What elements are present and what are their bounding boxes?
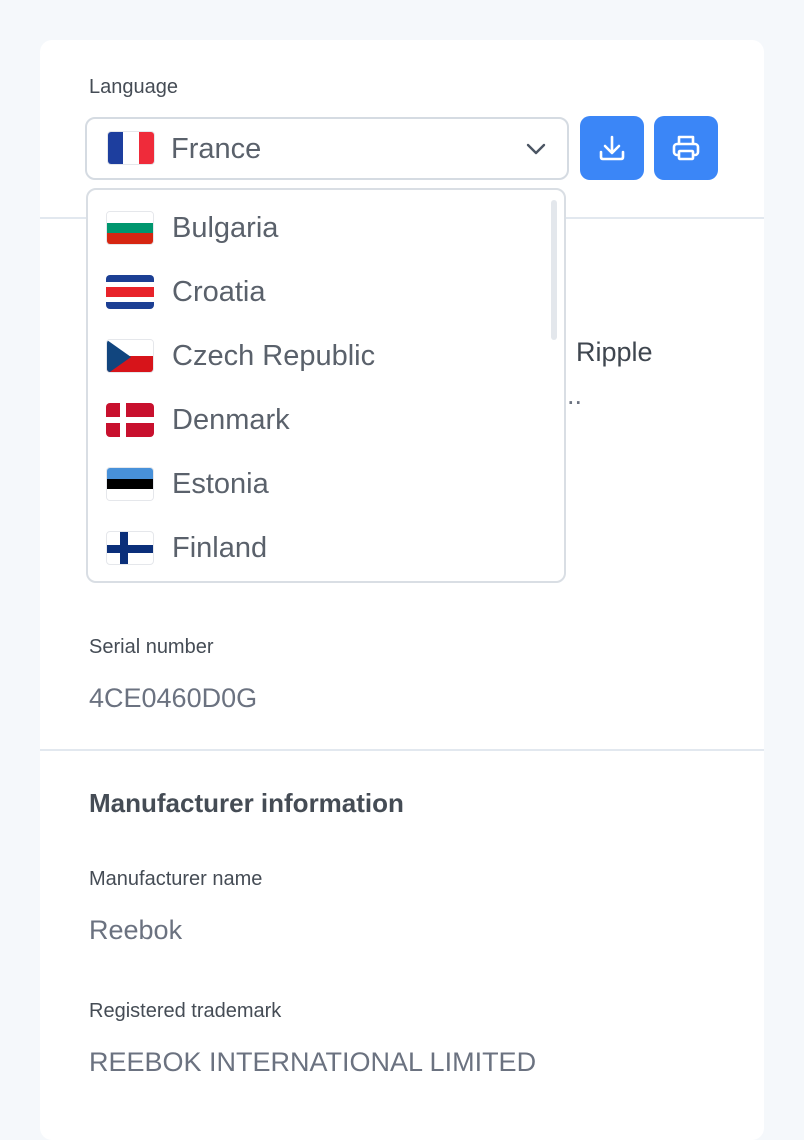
serial-number-value: 4CE0460D0G: [89, 683, 258, 713]
croatia-flag-icon: [106, 275, 154, 309]
manufacturer-name-label: Manufacturer name: [89, 868, 263, 890]
dropdown-scrollbar[interactable]: [551, 200, 557, 340]
download-icon: [599, 135, 625, 161]
denmark-flag-icon: [106, 403, 154, 437]
option-label: Czech Republic: [172, 340, 376, 372]
language-dropdown-list[interactable]: Bulgaria Croatia Czech Republic Denmark …: [86, 188, 566, 583]
language-option-estonia[interactable]: Estonia: [88, 446, 548, 510]
option-label: Bulgaria: [172, 212, 279, 244]
manufacturer-section-title: Manufacturer information: [89, 788, 404, 818]
option-label: Croatia: [172, 276, 266, 308]
chevron-down-icon: [526, 143, 546, 155]
language-option-denmark[interactable]: Denmark: [88, 382, 548, 446]
option-label: Estonia: [172, 468, 269, 500]
language-select-value: France: [171, 133, 262, 165]
hidden-field-ellipsis: ..: [567, 380, 583, 410]
option-label: Denmark: [172, 404, 290, 436]
language-option-finland[interactable]: Finland: [88, 510, 548, 574]
language-option-bulgaria[interactable]: Bulgaria: [88, 190, 548, 254]
print-button[interactable]: [654, 116, 718, 180]
section-divider: [40, 749, 764, 751]
trademark-label: Registered trademark: [89, 1000, 282, 1022]
language-select[interactable]: France: [85, 117, 569, 180]
download-button[interactable]: [580, 116, 644, 180]
language-option-czech-republic[interactable]: Czech Republic: [88, 318, 548, 382]
czech-republic-flag-icon: [106, 339, 154, 373]
hidden-field-value: Ripple: [576, 337, 653, 367]
language-option-croatia[interactable]: Croatia: [88, 254, 548, 318]
trademark-value: REEBOK INTERNATIONAL LIMITED: [89, 1047, 537, 1077]
finland-flag-icon: [106, 531, 154, 565]
language-label: Language: [89, 76, 178, 98]
print-icon: [672, 135, 700, 161]
estonia-flag-icon: [106, 467, 154, 501]
france-flag-icon: [107, 131, 155, 165]
bulgaria-flag-icon: [106, 211, 154, 245]
serial-number-label: Serial number: [89, 636, 214, 658]
manufacturer-name-value: Reebok: [89, 915, 183, 945]
option-label: Finland: [172, 532, 268, 564]
